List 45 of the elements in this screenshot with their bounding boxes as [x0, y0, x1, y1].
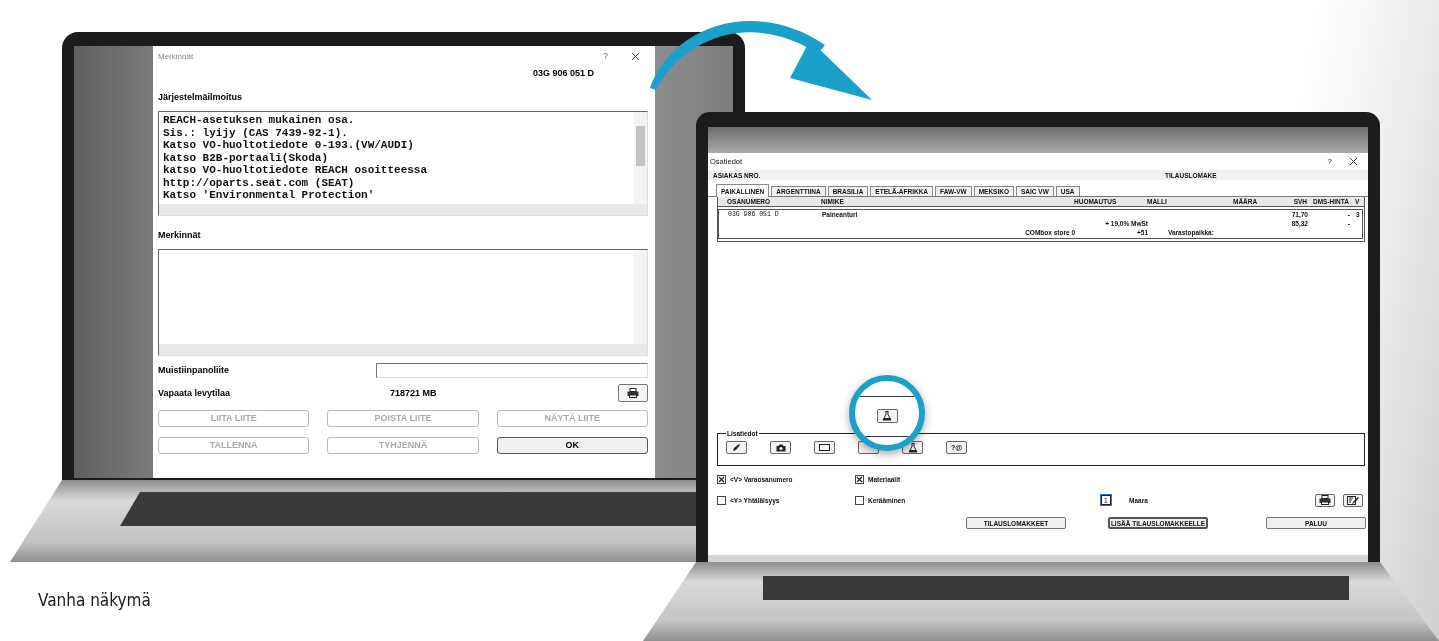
scrollbar[interactable]: [634, 112, 647, 204]
section-label: Järjestelmäilmoitus: [158, 92, 244, 102]
edit-button[interactable]: [1343, 493, 1363, 507]
close-button[interactable]: [1348, 156, 1358, 167]
pencil-button[interactable]: [726, 441, 747, 454]
checkbox[interactable]: [855, 496, 864, 505]
print-icon: [1319, 495, 1331, 505]
message-line: katso B2B-portaali(Skoda): [163, 151, 330, 164]
flask-icon: [907, 442, 918, 453]
message-line: Katso 'Environmental Protection': [163, 189, 376, 202]
help-button[interactable]: ?: [603, 51, 608, 61]
free-space-value: 718721 MB: [390, 387, 437, 398]
scrollbar[interactable]: [159, 203, 647, 215]
pencil-icon: [732, 443, 741, 452]
dialog-button[interactable]: OK: [496, 436, 648, 454]
print-button[interactable]: [618, 383, 648, 402]
rectangle-icon: [819, 444, 830, 451]
camera-icon: [775, 443, 786, 452]
close-icon: [1348, 157, 1358, 166]
message-line: http://oparts.seat.com (SEAT): [163, 176, 356, 189]
field-label: Vapaata levytilaa: [158, 387, 231, 398]
frame-button[interactable]: [814, 441, 835, 454]
print-icon: [627, 387, 639, 398]
print-button[interactable]: [1315, 493, 1335, 507]
attachment-field[interactable]: [376, 362, 648, 378]
message-line: REACH-asetuksen mukainen osa.: [163, 114, 356, 127]
flask-icon: [882, 411, 892, 421]
camera-button[interactable]: [770, 441, 791, 454]
dialog-title: Merkinnät: [158, 51, 194, 61]
part-number: 03G 906 051 D: [532, 68, 594, 78]
section-label: Merkinnät: [158, 229, 202, 240]
flask-button[interactable]: [876, 409, 898, 423]
message-line: Sis.: lyijy (CAS 7439-92-1).: [163, 126, 349, 139]
close-button[interactable]: [630, 51, 640, 61]
help-button[interactable]: ?: [1327, 157, 1332, 166]
close-icon: [630, 51, 640, 61]
checkbox[interactable]: [717, 496, 726, 505]
checkbox[interactable]: [855, 475, 864, 484]
notes-field[interactable]: [158, 248, 648, 356]
caption: Vanha näkymä: [38, 590, 151, 610]
field-label: Muistiinpanoliite: [158, 365, 229, 375]
message-line: Katso VO-huoltotiedote 0-193.(VW/AUDI): [163, 139, 415, 152]
message-line: katso VO-huoltotiedote REACH osoitteessa: [163, 164, 429, 177]
edit-icon: [1347, 495, 1359, 505]
checkbox[interactable]: [717, 475, 726, 484]
